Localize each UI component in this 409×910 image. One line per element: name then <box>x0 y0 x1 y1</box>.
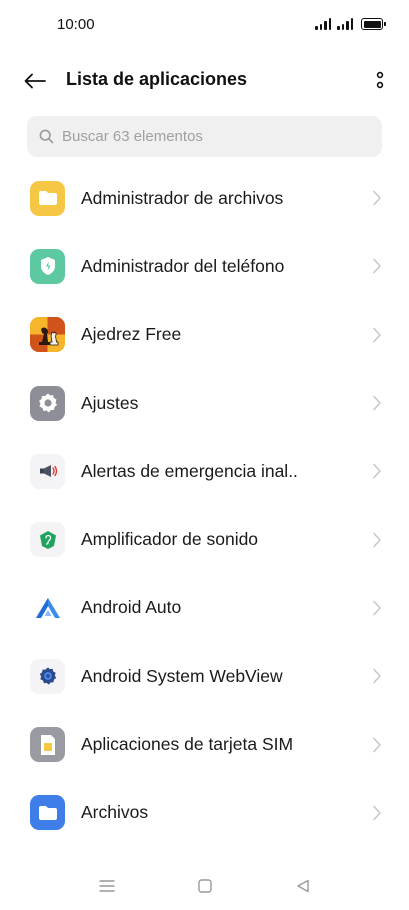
list-item[interactable]: Archivos <box>0 779 409 847</box>
list-item[interactable]: Aplicaciones de tarjeta SIM <box>0 710 409 778</box>
app-label: Android Auto <box>81 597 182 618</box>
chess-icon <box>30 317 65 353</box>
app-label: Aplicaciones de tarjeta SIM <box>81 734 294 755</box>
chevron-right-icon <box>373 668 381 684</box>
list-item[interactable]: Android Auto <box>0 574 409 642</box>
signal-icon <box>337 18 353 30</box>
search-bar[interactable] <box>27 116 382 157</box>
folder-icon <box>30 180 65 216</box>
menu-nav-button[interactable] <box>95 874 119 898</box>
list-item[interactable]: Administrador de archivos <box>0 164 409 232</box>
menu-icon <box>99 880 115 892</box>
chevron-right-icon <box>373 532 381 547</box>
list-item[interactable]: Administrador del teléfono <box>0 232 409 300</box>
app-label: Ajustes <box>81 392 139 413</box>
more-vertical-icon <box>376 71 384 89</box>
android-auto-icon <box>30 590 65 626</box>
app-list: Administrador de archivos Administrador … <box>0 164 409 847</box>
home-nav-button[interactable] <box>193 874 217 898</box>
chevron-right-icon <box>373 805 381 821</box>
signal-icon <box>315 18 331 30</box>
gear-icon <box>30 385 65 421</box>
sim-card-icon <box>30 727 65 763</box>
webview-gear-icon <box>30 658 65 694</box>
chevron-right-icon <box>373 327 381 343</box>
chevron-right-icon <box>373 464 381 479</box>
chevron-right-icon <box>373 259 381 274</box>
list-item[interactable]: Ajustes <box>0 369 409 437</box>
app-label: Amplificador de sonido <box>81 529 259 550</box>
app-label: Administrador de archivos <box>81 187 284 208</box>
app-bar: Lista de aplicaciones <box>0 56 409 106</box>
chevron-right-icon <box>373 600 381 616</box>
app-label: Alertas de emergencia inal.. <box>81 460 298 481</box>
list-item[interactable]: Alertas de emergencia inal.. <box>0 437 409 505</box>
chevron-right-icon <box>373 395 381 411</box>
back-triangle-icon <box>297 879 309 893</box>
status-bar: 10:00 <box>0 0 409 50</box>
app-label: Administrador del teléfono <box>81 255 285 276</box>
battery-icon <box>361 18 386 30</box>
app-label: Archivos <box>81 802 149 823</box>
search-input[interactable] <box>62 128 362 145</box>
status-time: 10:00 <box>57 16 95 33</box>
search-icon <box>39 129 54 144</box>
ear-icon <box>30 522 65 558</box>
home-square-icon <box>198 879 212 893</box>
back-button[interactable] <box>20 66 50 96</box>
status-icons <box>315 18 386 30</box>
system-nav-bar <box>0 860 409 910</box>
app-label: Android System WebView <box>81 665 283 686</box>
megaphone-icon <box>30 453 65 489</box>
chevron-right-icon <box>373 737 381 752</box>
back-nav-button[interactable] <box>291 874 315 898</box>
list-item[interactable]: Android System WebView <box>0 642 409 710</box>
list-item[interactable]: Ajedrez Free <box>0 301 409 369</box>
back-arrow-icon <box>24 73 46 89</box>
page-title: Lista de aplicaciones <box>66 69 248 89</box>
more-options-button[interactable] <box>369 66 391 96</box>
files-folder-icon <box>30 795 65 831</box>
chevron-right-icon <box>373 190 381 206</box>
list-item[interactable]: Amplificador de sonido <box>0 505 409 573</box>
app-label: Ajedrez Free <box>81 324 182 345</box>
shield-icon <box>30 248 65 284</box>
